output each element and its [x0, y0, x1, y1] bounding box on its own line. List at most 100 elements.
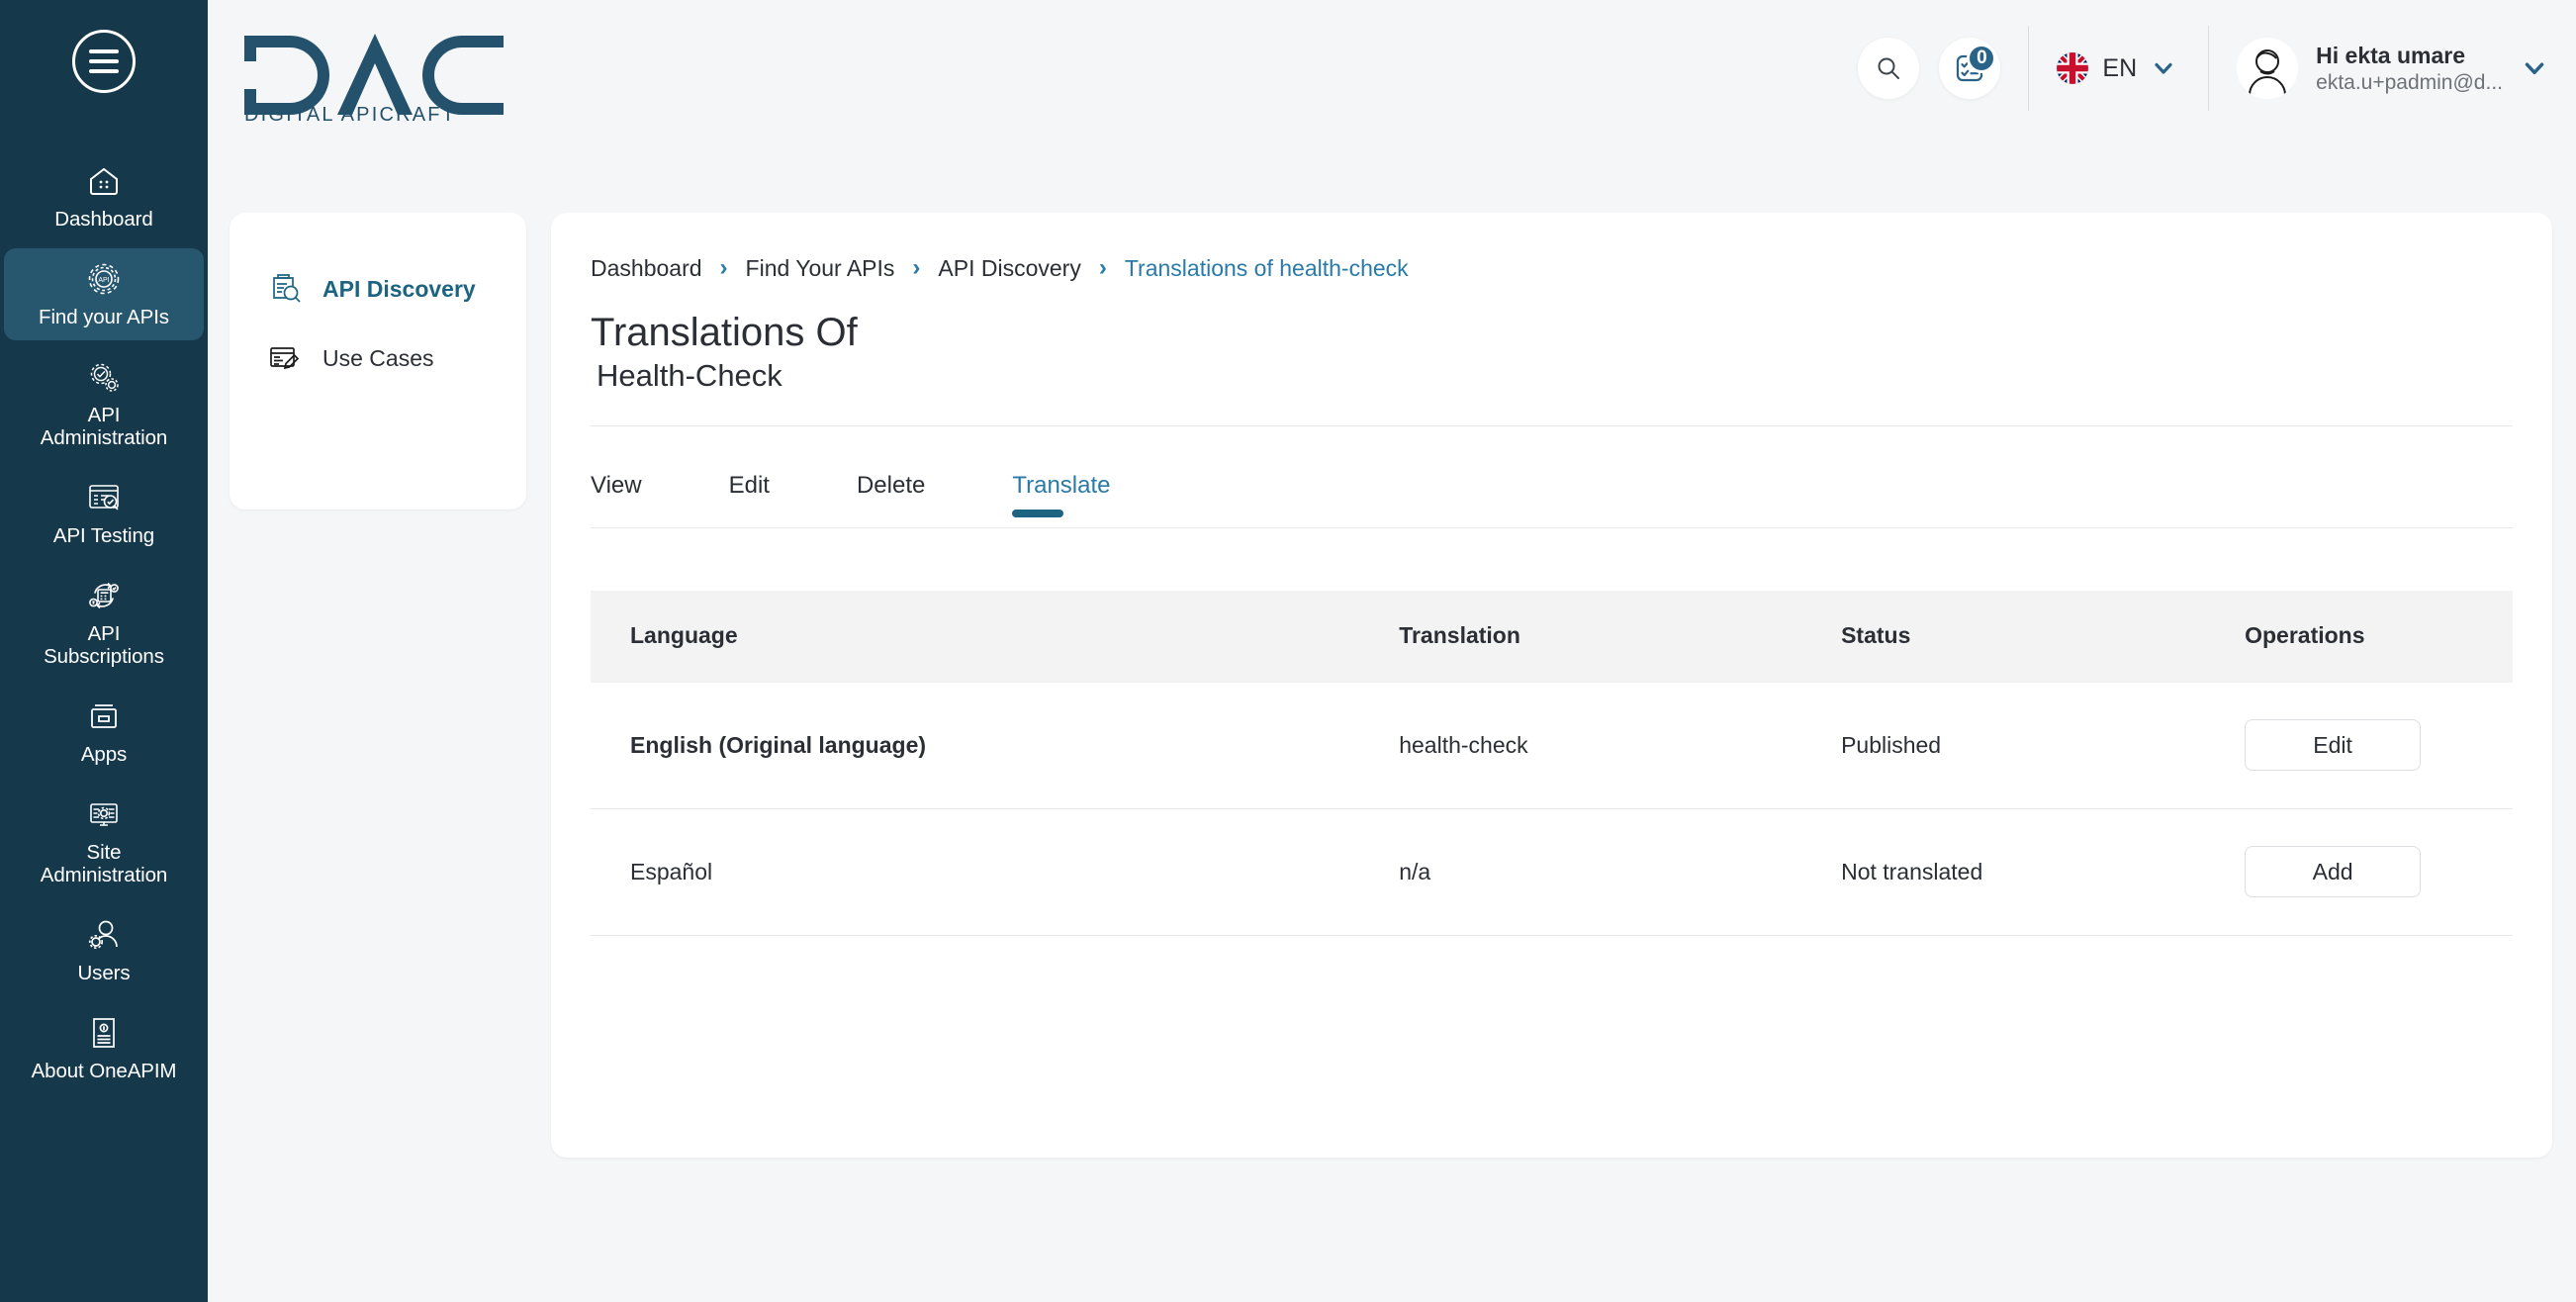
sidebar-item-label: API Discovery: [322, 275, 476, 302]
right-pane: DIGITAL APICRAFT 0 EN Hi ekta umare ekta…: [208, 0, 2576, 1302]
use-cases-pencil-icon: [267, 340, 303, 376]
tab-edit[interactable]: Edit: [729, 450, 770, 527]
sidebar-item-use-cases[interactable]: Use Cases: [230, 324, 526, 393]
table-header-row: Language Translation Status Operations: [591, 591, 2513, 682]
api-admin-gears-icon: [84, 357, 124, 397]
column-header-translation: Translation: [1359, 591, 1802, 682]
breadcrumb: Dashboard › Find Your APIs › API Discove…: [591, 254, 2513, 282]
chevron-down-icon: [2155, 62, 2172, 74]
tab-translate[interactable]: Translate: [1012, 450, 1110, 527]
tab-label: View: [591, 472, 642, 499]
search-icon: [1878, 57, 1900, 79]
cell-status: Published: [1801, 681, 2206, 809]
table-header: Language Translation Status Operations: [591, 591, 2513, 682]
search-button[interactable]: [1858, 38, 1920, 99]
header-divider-1: [2028, 26, 2030, 111]
sidebar-item-about-oneapim[interactable]: About OneAPIM: [4, 1002, 204, 1094]
notifications-button[interactable]: 0: [1939, 38, 2001, 99]
card-header-area: Dashboard › Find Your APIs › API Discove…: [551, 254, 2552, 396]
edit-translation-button[interactable]: Edit: [2245, 719, 2422, 771]
sidebar-item-apps[interactable]: Apps: [4, 686, 204, 778]
sidebar-item-label: Find your APIs: [39, 306, 169, 328]
dashboard-home-icon: [84, 161, 124, 201]
tab-label: Delete: [856, 472, 926, 499]
brand-logo[interactable]: DIGITAL APICRAFT: [242, 28, 507, 123]
hamburger-bar: [89, 59, 119, 63]
svg-text:API: API: [98, 277, 109, 284]
hamburger-bar: [89, 49, 119, 53]
chevron-down-icon: [2525, 62, 2544, 75]
cell-language: English (Original language): [591, 681, 1360, 809]
page-title-line-1: Translations Of: [591, 311, 858, 354]
uk-flag-icon: [2057, 52, 2089, 84]
cell-status: Not translated: [1801, 808, 2206, 936]
page-body: API Discovery Use Cases Dashboard › Find…: [208, 213, 2576, 1302]
top-header: DIGITAL APICRAFT 0 EN Hi ekta umare ekta…: [208, 0, 2576, 213]
app-root: Dashboard API Find your APIs API Adminis…: [0, 0, 2576, 1302]
sidebar-item-label: Site Administration: [40, 841, 168, 886]
user-menu[interactable]: Hi ekta umare ekta.u+padmin@d...: [2237, 38, 2548, 99]
user-greeting: Hi ekta umare: [2316, 42, 2465, 68]
sidebar-item-label: Use Cases: [322, 344, 434, 371]
header-divider-2: [2208, 26, 2210, 111]
tabs-divider: [591, 527, 2513, 528]
api-gear-icon: API: [84, 259, 124, 299]
sidebar-item-api-testing[interactable]: API Testing: [4, 467, 204, 559]
breadcrumb-item-api-discovery[interactable]: API Discovery: [938, 255, 1080, 282]
cell-translation: n/a: [1359, 808, 1802, 936]
sidebar-item-find-your-apis[interactable]: API Find your APIs: [4, 248, 204, 340]
hamburger-menu-icon[interactable]: [72, 30, 136, 93]
sidebar-item-label: API Subscriptions: [44, 622, 164, 668]
tab-bar: View Edit Delete Translate: [551, 450, 2552, 527]
sidebar-item-label: Apps: [80, 743, 128, 766]
user-meta: Hi ekta umare ekta.u+padmin@d...: [2316, 43, 2503, 95]
sidebar-item-api-discovery[interactable]: API Discovery: [230, 254, 526, 324]
sidebar-item-api-subscriptions[interactable]: API Subscriptions: [4, 565, 204, 680]
table-row: Español n/a Not translated Add: [591, 808, 2513, 936]
language-code: EN: [2102, 53, 2138, 82]
cell-language: Español: [591, 808, 1360, 936]
header-actions: 0 EN Hi ekta umare ekta.u+padmin@d...: [1858, 26, 2548, 111]
sidebar-item-label: About OneAPIM: [31, 1060, 177, 1082]
primary-sidebar: Dashboard API Find your APIs API Adminis…: [0, 0, 208, 1302]
tab-label: Edit: [728, 472, 770, 499]
breadcrumb-separator-icon: ›: [1098, 254, 1107, 281]
tab-view[interactable]: View: [591, 450, 642, 527]
api-discovery-icon: [267, 271, 303, 307]
tab-delete[interactable]: Delete: [857, 450, 925, 527]
breadcrumb-separator-icon: ›: [719, 254, 728, 281]
breadcrumb-item-find-your-apis[interactable]: Find Your APIs: [746, 255, 895, 282]
user-avatar-icon: [2237, 38, 2299, 99]
cell-translation: health-check: [1359, 681, 1802, 809]
page-title-line-2: Health-Check: [597, 358, 782, 393]
cell-operations: Add: [2205, 808, 2513, 936]
cell-operations: Edit: [2205, 681, 2513, 809]
sidebar-item-label: API Administration: [40, 404, 168, 449]
title-divider: [591, 425, 2513, 426]
users-person-gear-icon: [84, 915, 124, 955]
sidebar-item-dashboard[interactable]: Dashboard: [4, 150, 204, 242]
breadcrumb-item-current[interactable]: Translations of health-check: [1125, 255, 1409, 282]
sidebar-item-users[interactable]: Users: [4, 904, 204, 996]
sidebar-item-label: Dashboard: [54, 208, 153, 231]
table-row: English (Original language) health-check…: [591, 681, 2513, 809]
secondary-sidebar: API Discovery Use Cases: [230, 213, 526, 510]
svg-text:DIGITAL APICRAFT: DIGITAL APICRAFT: [244, 104, 456, 123]
add-translation-button[interactable]: Add: [2245, 846, 2422, 897]
sidebar-item-label: API Testing: [52, 524, 155, 547]
column-header-status: Status: [1801, 591, 2206, 682]
about-document-info-icon: [84, 1013, 124, 1053]
breadcrumb-item-dashboard[interactable]: Dashboard: [591, 255, 702, 282]
translations-table: Language Translation Status Operations E…: [591, 591, 2513, 936]
breadcrumb-separator-icon: ›: [912, 254, 921, 281]
apps-archive-icon: [84, 697, 124, 736]
tab-label: Translate: [1012, 472, 1111, 499]
notifications-count-badge: 0: [1967, 44, 1997, 73]
language-selector[interactable]: EN: [2057, 52, 2180, 84]
sidebar-item-site-administration[interactable]: Site Administration: [4, 784, 204, 898]
hamburger-bar: [89, 69, 119, 73]
column-header-language: Language: [591, 591, 1360, 682]
api-testing-magnifier-icon: [84, 478, 124, 517]
sidebar-item-api-administration[interactable]: API Administration: [4, 346, 204, 461]
main-content-card: Dashboard › Find Your APIs › API Discove…: [551, 213, 2552, 1158]
